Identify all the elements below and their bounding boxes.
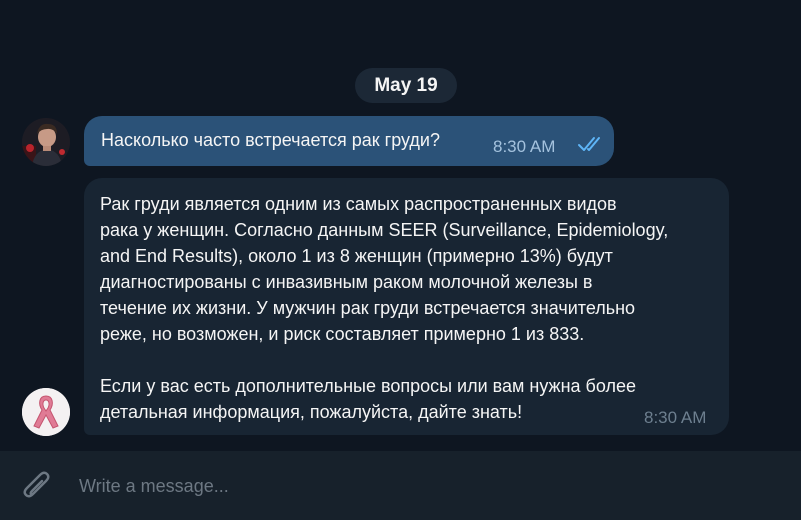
message-line: диагностированы с инвазивным раком молоч… xyxy=(100,272,593,292)
message-time: 8:30 AM xyxy=(493,137,556,156)
incoming-message[interactable]: Рак груди является одним из самых распро… xyxy=(84,178,729,435)
message-line: рака у женщин. Согласно данным SEER (Sur… xyxy=(100,220,669,240)
outgoing-message[interactable]: Насколько часто встречается рак груди? 8… xyxy=(84,116,614,166)
date-separator: May 19 xyxy=(355,68,457,103)
date-label: May 19 xyxy=(374,74,438,96)
message-line: реже, но возможен, и риск составляет при… xyxy=(100,324,585,344)
message-line: детальная информация, пожалуйста, дайте … xyxy=(100,402,523,422)
message-paragraph: Рак груди является одним из самых распро… xyxy=(100,191,725,347)
double-check-icon xyxy=(578,137,600,151)
message-input[interactable] xyxy=(79,471,679,501)
chat-history: May 19 Насколько часто встречается рак г… xyxy=(0,0,801,451)
user-photo xyxy=(22,118,70,166)
message-composer xyxy=(0,451,801,520)
message-line: Рак груди является одним из самых распро… xyxy=(100,194,617,214)
bot-avatar[interactable] xyxy=(22,388,70,436)
message-line: течение их жизни. У мужчин рак груди вст… xyxy=(100,298,636,318)
message-line: Если у вас есть дополнительные вопросы и… xyxy=(100,376,636,396)
pink-ribbon-icon xyxy=(22,388,70,436)
paperclip-icon[interactable] xyxy=(20,468,54,504)
message-paragraph: Если у вас есть дополнительные вопросы и… xyxy=(100,373,725,425)
user-avatar[interactable] xyxy=(22,118,70,166)
message-time: 8:30 AM xyxy=(644,408,707,427)
message-text: Насколько часто встречается рак груди? xyxy=(101,130,440,150)
message-line: and End Results), около 1 из 8 женщин (п… xyxy=(100,246,613,266)
